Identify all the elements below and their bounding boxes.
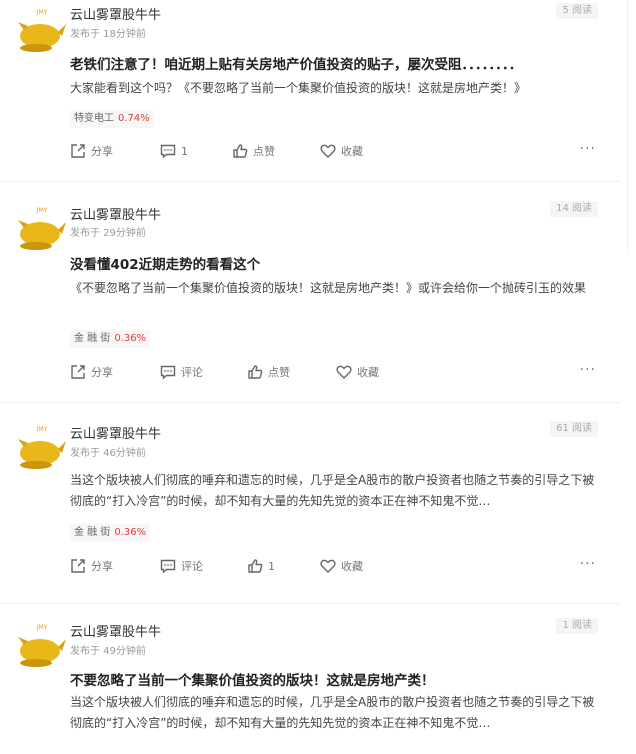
like-label: 点赞 — [268, 366, 290, 379]
share-button[interactable]: 分享 — [70, 141, 113, 161]
comment-button[interactable]: 1 — [160, 141, 188, 161]
share-label: 分享 — [91, 366, 113, 379]
avatar[interactable]: JMY — [14, 204, 70, 252]
thumbs-up-icon — [248, 365, 263, 379]
comment-icon — [160, 365, 176, 380]
like-button[interactable]: 点赞 — [247, 362, 290, 382]
comment-label: 评论 — [181, 560, 203, 573]
post-item: JMY 云山雾罩股牛牛 发布于 29分钟前 14 阅读 没看懂402近期走势的看… — [0, 182, 620, 403]
like-button[interactable]: 点赞 — [232, 141, 275, 161]
username[interactable]: 云山雾罩股牛牛 — [70, 621, 161, 640]
more-options-icon[interactable]: ··· — [580, 556, 596, 572]
share-button[interactable]: 分享 — [70, 556, 113, 576]
share-icon — [71, 365, 85, 379]
post-item: JMY 云山雾罩股牛牛 发布于 46分钟前 61 阅读 当这个版块被人们彻底的唾… — [0, 403, 620, 604]
favorite-label: 收藏 — [341, 560, 363, 573]
svg-text:JMY: JMY — [36, 426, 48, 433]
heart-icon — [336, 365, 352, 379]
comment-icon — [160, 559, 176, 574]
comment-button[interactable]: 评论 — [160, 556, 203, 576]
username[interactable]: 云山雾罩股牛牛 — [70, 204, 161, 223]
favorite-label: 收藏 — [341, 145, 363, 158]
post-item: JMY 云山雾罩股牛牛 发布于 49分钟前 1 阅读 不要忽略了当前一个集聚价值… — [0, 604, 620, 754]
share-label: 分享 — [91, 145, 113, 158]
read-count-badge: 5 阅读 — [556, 3, 598, 19]
avatar[interactable]: JMY — [14, 621, 70, 669]
favorite-button[interactable]: 收藏 — [320, 141, 363, 161]
stock-change: 0.36% — [114, 527, 147, 538]
comment-button[interactable]: 评论 — [160, 362, 203, 382]
post-title[interactable]: 老铁们注意了！咱近期上贴有关房地产价值投资的贴子，屡次受阻．．．．．．．． — [70, 53, 522, 73]
more-options-icon[interactable]: ··· — [580, 362, 596, 378]
post-body[interactable]: 《不要忽略了当前一个集聚价值投资的版块！这就是房地产类！》或许会给你一个抛砖引玉… — [70, 278, 600, 299]
post-body[interactable]: 当这个版块被人们彻底的唾弃和遗忘的时候，几乎是全A股市的散户投资者也随之节奏的引… — [70, 692, 600, 734]
avatar[interactable]: JMY — [14, 6, 70, 54]
share-button[interactable]: 分享 — [70, 362, 113, 382]
username[interactable]: 云山雾罩股牛牛 — [70, 423, 161, 442]
read-count-badge: 1 阅读 — [556, 618, 598, 634]
thumbs-up-icon — [248, 559, 263, 573]
comment-label: 1 — [181, 144, 188, 158]
favorite-label: 收藏 — [357, 366, 379, 379]
favorite-button[interactable]: 收藏 — [336, 362, 379, 382]
post-feed: JMY 云山雾罩股牛牛 发布于 18分钟前 5 阅读 老铁们注意了！咱近期上贴有… — [0, 0, 620, 754]
action-bar: 分享 1 点赞 收藏 ··· — [70, 141, 596, 161]
post-time: 发布于 46分钟前 — [70, 448, 146, 459]
share-icon — [71, 559, 85, 573]
action-bar: 分享 评论 1 收藏 ··· — [70, 556, 596, 576]
stock-change: 0.74% — [118, 113, 150, 124]
username[interactable]: 云山雾罩股牛牛 — [70, 4, 161, 23]
svg-text:JMY: JMY — [36, 9, 48, 16]
post-body[interactable]: 大家能看到这个吗？《不要忽略了当前一个集聚价值投资的版块！这就是房地产类！》 — [70, 78, 600, 99]
post-body[interactable]: 当这个版块被人们彻底的唾弃和遗忘的时候，几乎是全A股市的散户投资者也随之节奏的引… — [70, 470, 600, 512]
comment-label: 评论 — [181, 366, 203, 379]
post-time: 发布于 49分钟前 — [70, 646, 146, 657]
thumbs-up-icon — [233, 144, 248, 158]
page-scroll-edge — [627, 0, 636, 250]
like-label: 1 — [268, 559, 275, 573]
stock-change: 0.36% — [114, 333, 147, 344]
more-options-icon[interactable]: ··· — [580, 141, 596, 157]
stock-name: 金 融 街 — [74, 527, 111, 538]
comment-icon — [160, 144, 176, 159]
post-title[interactable]: 不要忽略了当前一个集聚价值投资的版块！这就是房地产类！ — [70, 669, 435, 689]
heart-icon — [320, 144, 336, 158]
post-time: 发布于 18分钟前 — [70, 29, 146, 40]
avatar[interactable]: JMY — [14, 423, 70, 471]
favorite-button[interactable]: 收藏 — [320, 556, 363, 576]
action-bar: 分享 评论 点赞 收藏 ··· — [70, 362, 596, 382]
svg-text:JMY: JMY — [36, 207, 48, 214]
like-button[interactable]: 1 — [247, 556, 275, 576]
stock-tag[interactable]: 金 融 街 0.36% — [70, 524, 151, 542]
post-time: 发布于 29分钟前 — [70, 228, 146, 239]
read-count-badge: 14 阅读 — [550, 201, 598, 217]
heart-icon — [320, 559, 336, 573]
like-label: 点赞 — [253, 145, 275, 158]
stock-tag[interactable]: 特变电工 0.74% — [70, 110, 154, 128]
post-item: JMY 云山雾罩股牛牛 发布于 18分钟前 5 阅读 老铁们注意了！咱近期上贴有… — [0, 0, 620, 182]
read-count-badge: 61 阅读 — [550, 421, 598, 437]
share-icon — [71, 144, 85, 158]
svg-text:JMY: JMY — [36, 624, 48, 631]
stock-name: 特变电工 — [74, 113, 114, 124]
stock-tag[interactable]: 金 融 街 0.36% — [70, 330, 151, 348]
stock-name: 金 融 街 — [74, 333, 111, 344]
share-label: 分享 — [91, 560, 113, 573]
post-title[interactable]: 没看懂402近期走势的看看这个 — [70, 253, 260, 273]
